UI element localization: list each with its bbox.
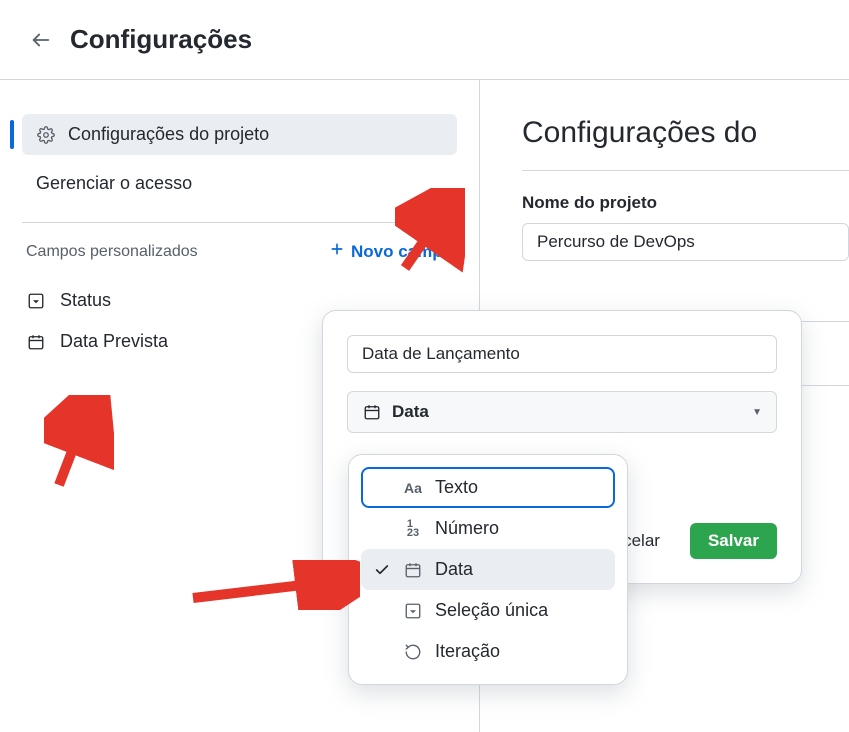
calendar-icon [362, 402, 382, 422]
type-option-label: Data [435, 559, 473, 580]
text-icon: Aa [403, 478, 423, 498]
main-title: Configurações do [522, 116, 849, 150]
divider [522, 170, 849, 171]
type-option-date[interactable]: Data [361, 549, 615, 590]
field-label: Status [60, 290, 111, 311]
plus-icon [329, 241, 345, 262]
type-option-text[interactable]: Aa Texto [361, 467, 615, 508]
field-type-select[interactable]: Data ▼ [347, 391, 777, 433]
check-icon [373, 562, 391, 578]
sidebar-item-project-settings[interactable]: Configurações do projeto [22, 114, 457, 155]
divider [22, 222, 457, 223]
type-option-single-select[interactable]: Seleção única [361, 590, 615, 631]
new-field-label: Novo campo [351, 242, 453, 262]
single-select-icon [403, 601, 423, 621]
custom-fields-header: Campos personalizados Novo campo [22, 241, 457, 280]
field-type-dropdown: Aa Texto 123 Número Data Seleção única I… [348, 454, 628, 685]
chevron-down-icon: ▼ [752, 407, 762, 418]
sidebar-item-label: Configurações do projeto [68, 124, 269, 145]
type-option-label: Número [435, 518, 499, 539]
sidebar-item-manage-access[interactable]: Gerenciar o acesso [22, 163, 457, 204]
project-name-input[interactable] [522, 223, 849, 261]
gear-icon [36, 125, 56, 145]
save-button[interactable]: Salvar [690, 523, 777, 559]
field-type-selected-label: Data [392, 402, 429, 422]
back-arrow-icon[interactable] [30, 29, 52, 51]
number-icon: 123 [403, 519, 423, 539]
type-option-label: Iteração [435, 641, 500, 662]
custom-fields-title: Campos personalizados [26, 243, 198, 261]
field-label: Data Prevista [60, 331, 168, 352]
type-option-label: Seleção única [435, 600, 548, 621]
project-name-label: Nome do projeto [522, 193, 849, 213]
single-select-icon [26, 291, 46, 311]
page-title: Configurações [70, 24, 252, 55]
calendar-icon [26, 332, 46, 352]
sidebar-item-label: Gerenciar o acesso [36, 173, 192, 194]
type-option-number[interactable]: 123 Número [361, 508, 615, 549]
page-header: Configurações [0, 0, 849, 80]
type-option-iteration[interactable]: Iteração [361, 631, 615, 672]
iteration-icon [403, 642, 423, 662]
new-field-link[interactable]: Novo campo [329, 241, 453, 262]
type-option-label: Texto [435, 477, 478, 498]
field-name-input[interactable] [347, 335, 777, 373]
calendar-icon [403, 560, 423, 580]
